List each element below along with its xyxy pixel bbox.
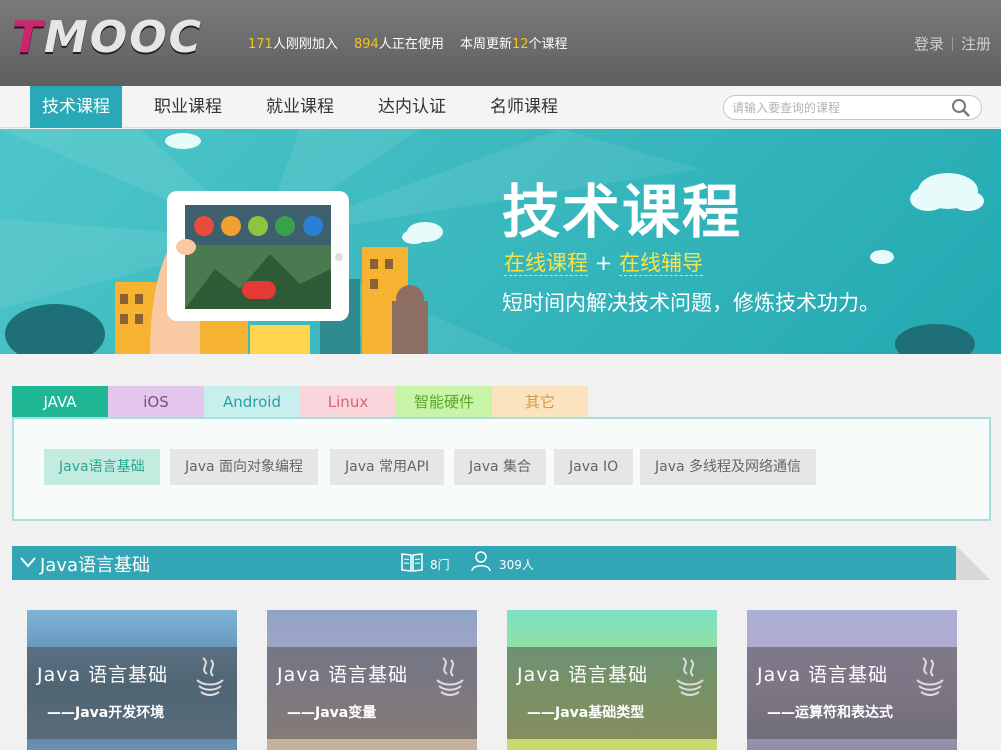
corner-fold xyxy=(956,546,990,580)
java-logo-icon xyxy=(913,656,947,704)
java-logo-icon xyxy=(433,656,467,704)
top-header: TMOOC 171人刚刚加入 894人正在使用 本周更新12个课程 登录 注册 xyxy=(0,0,1001,86)
weekly-update-count: 12 xyxy=(511,37,529,52)
course-card[interactable]: Java 语言基础 ——运算符和表达式 xyxy=(747,610,957,750)
tab-other[interactable]: 其它 xyxy=(492,386,588,418)
tmooc-logo[interactable]: TMOOC xyxy=(12,8,203,68)
banner-illustration xyxy=(0,129,984,354)
card-subtitle: ——运算符和表达式 xyxy=(767,705,893,721)
search-box xyxy=(723,95,982,120)
tab-ios[interactable]: iOS xyxy=(108,386,204,418)
card-title: Java 语言基础 xyxy=(37,664,169,686)
card-subtitle: ——Java变量 xyxy=(287,705,377,721)
register-link[interactable]: 注册 xyxy=(961,35,991,53)
learner-count: 309人 xyxy=(499,558,534,572)
subtopic-oop[interactable]: Java 面向对象编程 xyxy=(170,449,319,485)
auth-links: 登录 注册 xyxy=(914,33,991,54)
subtopic-collections[interactable]: Java 集合 xyxy=(454,449,547,485)
nav-item-job-courses[interactable]: 就业课程 xyxy=(254,86,346,128)
section-header: Java语言基础 8门 309人 xyxy=(12,546,990,580)
search-input[interactable] xyxy=(724,96,939,119)
hero-banner: 技术课程 在线课程 + 在线辅导 短时间内解决技术问题，修炼技术功力。 xyxy=(0,129,1001,354)
card-title: Java 语言基础 xyxy=(277,664,409,686)
nav-item-certification[interactable]: 达内认证 xyxy=(366,86,458,128)
nav-item-master-courses[interactable]: 名师课程 xyxy=(478,86,570,128)
nav-item-career-courses[interactable]: 职业课程 xyxy=(142,86,234,128)
search-icon[interactable] xyxy=(951,98,971,122)
subtopic-io[interactable]: Java IO xyxy=(554,449,634,485)
course-card[interactable]: Java 语言基础 ——Java开发环境 xyxy=(27,610,237,750)
subtopic-java-basics[interactable]: Java语言基础 xyxy=(44,449,160,485)
banner-description: 短时间内解决技术问题，修炼技术功力。 xyxy=(502,291,880,315)
card-subtitle: ——Java基础类型 xyxy=(527,705,645,721)
joined-count: 171 xyxy=(248,37,273,52)
tab-linux[interactable]: Linux xyxy=(300,386,396,418)
course-card[interactable]: Java 语言基础 ——Java基础类型 xyxy=(507,610,717,750)
book-icon xyxy=(400,550,424,578)
card-subtitle: ——Java开发环境 xyxy=(47,705,165,721)
banner-title: 技术课程 xyxy=(502,178,743,246)
subtopic-panel: Java语言基础 Java 面向对象编程 Java 常用API Java 集合 … xyxy=(12,417,991,521)
subtopic-threads-network[interactable]: Java 多线程及网络通信 xyxy=(640,449,817,485)
nav-item-tech-courses[interactable]: 技术课程 xyxy=(30,86,122,128)
site-stats: 171人刚刚加入 894人正在使用 本周更新12个课程 xyxy=(248,37,568,52)
online-count: 894 xyxy=(353,37,379,52)
java-logo-icon xyxy=(673,656,707,704)
banner-subtitle: 在线课程 + 在线辅导 xyxy=(504,251,703,276)
java-logo-icon xyxy=(193,656,227,704)
card-title: Java 语言基础 xyxy=(757,664,889,686)
card-title: Java 语言基础 xyxy=(517,664,649,686)
divider xyxy=(951,37,953,51)
tab-smart-hardware[interactable]: 智能硬件 xyxy=(396,386,492,418)
tab-java[interactable]: JAVA xyxy=(12,386,108,418)
section-title: Java语言基础 xyxy=(40,555,151,576)
course-count: 8门 xyxy=(430,558,450,572)
user-icon xyxy=(470,550,492,576)
course-card[interactable]: Java 语言基础 ——Java变量 xyxy=(267,610,477,750)
subtopic-common-api[interactable]: Java 常用API xyxy=(330,449,445,485)
chevron-down-icon[interactable] xyxy=(20,554,36,574)
tab-android[interactable]: Android xyxy=(204,386,300,418)
login-link[interactable]: 登录 xyxy=(914,35,944,53)
